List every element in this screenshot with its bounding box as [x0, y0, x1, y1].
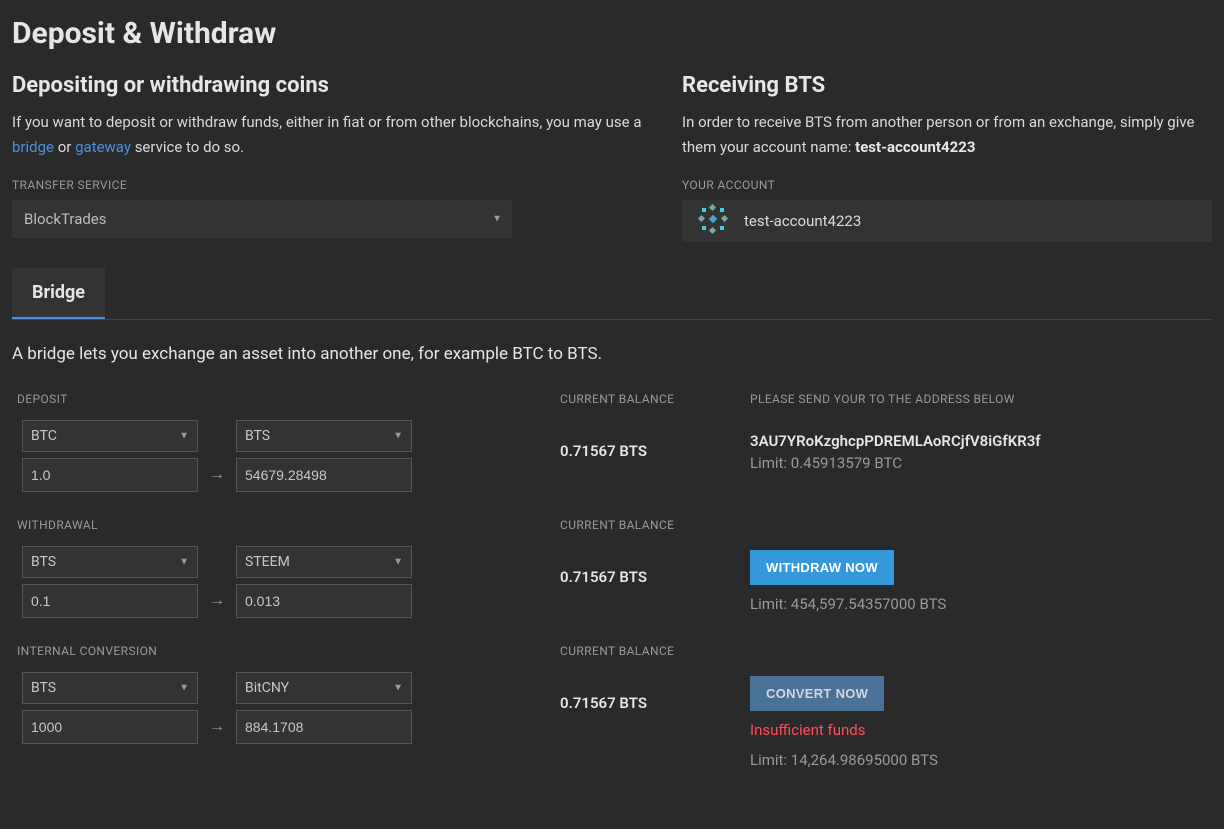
page-title: Deposit & Withdraw: [12, 16, 1212, 51]
chevron-down-icon: ▼: [492, 213, 502, 224]
account-box: test-account4223: [682, 200, 1212, 242]
withdraw-balance: 0.71567 BTS: [560, 568, 750, 586]
intro-text-2: service to do so.: [131, 138, 244, 156]
balance-header: CURRENT BALANCE: [560, 518, 750, 532]
convert-to-amount-input[interactable]: [236, 710, 412, 744]
chevron-down-icon: ▼: [179, 430, 189, 441]
deposit-from-asset-select[interactable]: BTC ▼: [22, 420, 198, 452]
tab-bridge[interactable]: Bridge: [12, 268, 105, 319]
convert-from-asset-select[interactable]: BTS ▼: [22, 672, 198, 704]
arrow-right-icon: →: [208, 716, 226, 736]
intro-text-1: If you want to deposit or withdraw funds…: [12, 113, 641, 131]
chevron-down-icon: ▼: [393, 556, 403, 567]
withdraw-to-amount-input[interactable]: [236, 584, 412, 618]
chevron-down-icon: ▼: [179, 682, 189, 693]
transfer-service-select[interactable]: BlockTrades ▼: [12, 200, 512, 238]
bridge-link[interactable]: bridge: [12, 138, 54, 156]
receiving-intro: In order to receive BTS from another per…: [682, 110, 1212, 160]
convert-to-asset: BitCNY: [245, 680, 289, 696]
withdraw-from-asset-select[interactable]: BTS ▼: [22, 546, 198, 578]
deposit-address: 3AU7YRoKzghcpPDREMLAoRCjfV8iGfKR3f: [750, 432, 1212, 450]
withdraw-to-asset-select[interactable]: STEEM ▼: [236, 546, 412, 578]
convert-to-asset-select[interactable]: BitCNY ▼: [236, 672, 412, 704]
withdraw-to-asset: STEEM: [245, 554, 290, 570]
convert-error: Insufficient funds: [750, 721, 1212, 739]
internal-conversion-header: INTERNAL CONVERSION: [12, 644, 560, 658]
deposit-to-amount-input[interactable]: [236, 458, 412, 492]
deposit-from-asset: BTC: [31, 428, 57, 444]
convert-now-button[interactable]: CONVERT NOW: [750, 676, 884, 711]
withdrawal-header: WITHDRAWAL: [12, 518, 560, 532]
intro-or: or: [54, 138, 75, 156]
convert-from-amount-input[interactable]: [22, 710, 198, 744]
convert-balance: 0.71567 BTS: [560, 694, 750, 712]
bridge-description: A bridge lets you exchange an asset into…: [12, 344, 1212, 364]
withdraw-now-button[interactable]: WITHDRAW NOW: [750, 550, 894, 585]
receiving-account-name: test-account4223: [855, 138, 975, 156]
convert-limit: Limit: 14,264.98695000 BTS: [750, 751, 1212, 769]
account-avatar-icon: [692, 198, 734, 244]
withdraw-from-amount-input[interactable]: [22, 584, 198, 618]
balance-header: CURRENT BALANCE: [560, 644, 750, 658]
balance-header: CURRENT BALANCE: [560, 392, 750, 406]
send-to-header: PLEASE SEND YOUR TO THE ADDRESS BELOW: [750, 392, 1212, 406]
transfer-service-value: BlockTrades: [24, 210, 107, 228]
withdraw-from-asset: BTS: [31, 554, 56, 570]
chevron-down-icon: ▼: [393, 430, 403, 441]
transfer-service-label: TRANSFER SERVICE: [12, 178, 682, 192]
deposit-to-asset-select[interactable]: BTS ▼: [236, 420, 412, 452]
chevron-down-icon: ▼: [393, 682, 403, 693]
deposit-balance: 0.71567 BTS: [560, 442, 750, 460]
convert-from-asset: BTS: [31, 680, 56, 696]
arrow-right-icon: →: [208, 464, 226, 484]
deposit-to-asset: BTS: [245, 428, 270, 444]
withdraw-limit: Limit: 454,597.54357000 BTS: [750, 595, 1212, 613]
deposit-from-amount-input[interactable]: [22, 458, 198, 492]
intro-text: If you want to deposit or withdraw funds…: [12, 110, 682, 160]
deposit-header: DEPOSIT: [12, 392, 560, 406]
account-name-value: test-account4223: [744, 212, 861, 230]
receiving-heading: Receiving BTS: [682, 73, 1212, 98]
deposit-limit: Limit: 0.45913579 BTC: [750, 454, 1212, 472]
gateway-link[interactable]: gateway: [75, 138, 131, 156]
arrow-right-icon: →: [208, 590, 226, 610]
deposit-withdraw-heading: Depositing or withdrawing coins: [12, 73, 682, 98]
chevron-down-icon: ▼: [179, 556, 189, 567]
your-account-label: YOUR ACCOUNT: [682, 178, 1212, 192]
